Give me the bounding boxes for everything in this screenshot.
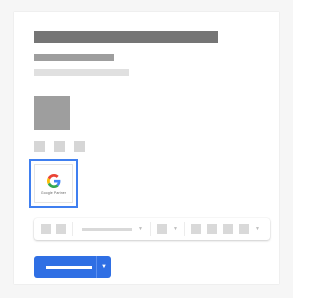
toolbar-dropdown-label[interactable] — [82, 228, 132, 231]
toolbar-divider — [72, 222, 73, 236]
toolbar-button-4[interactable] — [191, 224, 201, 234]
text-line-placeholder — [34, 69, 129, 76]
caret-down-icon[interactable]: ▼ — [138, 226, 143, 232]
toolbar-button-2[interactable] — [56, 224, 66, 234]
caret-down-icon[interactable]: ▼ — [255, 226, 260, 232]
editor-toolbar: ▼ ▼ ▼ — [34, 218, 270, 240]
caret-down-icon[interactable]: ▼ — [173, 226, 178, 232]
badge-caption: Google Partner — [40, 191, 67, 195]
toolbar-button-6[interactable] — [223, 224, 233, 234]
toolbar-divider — [184, 222, 185, 236]
toolbar-divider — [150, 222, 151, 236]
toolbar-button-5[interactable] — [207, 224, 217, 234]
primary-split-button[interactable]: ▼ — [34, 256, 111, 278]
thumbnail-2[interactable] — [54, 141, 65, 152]
split-button-label-placeholder — [46, 266, 92, 269]
image-placeholder — [34, 96, 70, 130]
google-partner-badge-selected[interactable]: Google Partner — [29, 159, 78, 208]
title-placeholder — [34, 31, 218, 43]
google-partner-badge: Google Partner — [34, 164, 73, 203]
thumbnail-3[interactable] — [74, 141, 85, 152]
subtitle-placeholder — [34, 54, 114, 61]
page-canvas: Google Partner ▼ ▼ ▼ ▼ — [0, 0, 293, 298]
toolbar-button-3[interactable] — [157, 224, 167, 234]
toolbar-button-7[interactable] — [239, 224, 249, 234]
toolbar-button-1[interactable] — [41, 224, 51, 234]
split-button-separator — [96, 256, 97, 278]
caret-down-icon[interactable]: ▼ — [101, 264, 107, 270]
google-g-icon — [47, 174, 61, 188]
thumbnail-1[interactable] — [34, 141, 45, 152]
